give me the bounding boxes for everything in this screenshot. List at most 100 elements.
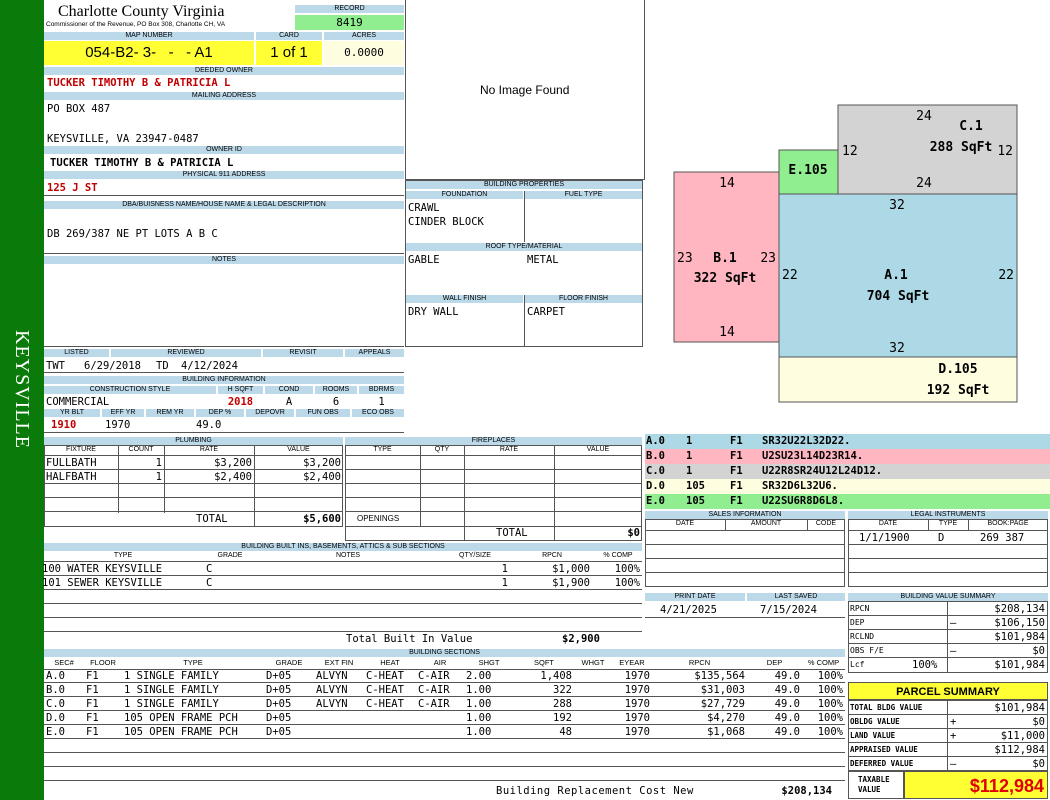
- section-row-cell: 100%: [817, 726, 843, 738]
- section-row-cell: 100%: [817, 684, 843, 696]
- sketch-a-label: A.1: [884, 268, 908, 283]
- lcf-value: $101,984: [994, 659, 1045, 671]
- plumbing-row-rate: $2,400: [214, 471, 252, 483]
- section-row-cell: D.0: [46, 712, 65, 724]
- sketch-b-right: 23: [760, 251, 776, 266]
- legend-n: 1: [686, 435, 693, 447]
- funobs-label: FUN OBS: [296, 409, 350, 417]
- building-sections-label: BUILDING SECTIONS: [44, 649, 845, 657]
- section-row-cell: 1.00: [466, 726, 492, 738]
- rooms-label: ROOMS: [315, 386, 357, 394]
- plumbing-row-count: 1: [155, 471, 162, 483]
- legend-code: A.0: [646, 435, 665, 447]
- obs-label: OBS F/E: [850, 646, 884, 655]
- yrblt-label: YR BLT: [44, 409, 100, 417]
- sections-header-cell: SEC#: [54, 658, 74, 667]
- lcf-pct: 100%: [912, 659, 938, 671]
- condition: A: [285, 396, 293, 408]
- county-title: Charlotte County Virginia: [58, 3, 225, 20]
- section-row-cell: 1.00: [466, 712, 492, 724]
- appraised-value: $112,984: [994, 744, 1045, 756]
- legend-floor: F1: [730, 435, 743, 447]
- sketch-b-top: 14: [719, 176, 735, 191]
- land-value: $11,000: [1000, 730, 1045, 742]
- section-row-cell: C-HEAT: [366, 698, 404, 710]
- legend-n: 105: [686, 480, 705, 492]
- deeded-owner-label: DEEDED OWNER: [44, 67, 404, 75]
- section-row-cell: 288: [553, 698, 572, 710]
- mailing-line2: KEYSVILLE, VA 23947-0487: [47, 133, 199, 145]
- last-saved: 7/15/2024: [760, 604, 817, 616]
- rclnd-value: $101,984: [994, 631, 1045, 643]
- sections-header-cell: FLOOR: [90, 658, 116, 667]
- record-label: RECORD: [295, 5, 404, 13]
- fireplace-header-value: VALUE: [586, 446, 610, 453]
- section-row-cell: 49.0: [774, 670, 800, 682]
- sales-header-amount: AMOUNT: [750, 520, 782, 527]
- section-row-cell: 100%: [817, 698, 843, 710]
- total-bldg-label: TOTAL BLDG VALUE: [850, 703, 923, 712]
- section-row-cell: 1970: [624, 670, 650, 682]
- section-row-cell: 1970: [624, 684, 650, 696]
- section-row-cell: C-HEAT: [366, 684, 404, 696]
- legend-code: C.0: [646, 465, 665, 477]
- remyr-label: REM YR: [146, 409, 194, 417]
- plumbing-row-value: $3,200: [303, 457, 341, 469]
- legend-desc: U2SU23L14D23R14.: [762, 450, 864, 462]
- section-row-cell: D+05: [266, 684, 292, 696]
- physical-address: 125 J ST: [47, 182, 98, 194]
- sidebar: KEYSVILLE: [0, 0, 44, 800]
- legend-desc: SR32D6L32U6.: [762, 480, 838, 492]
- section-row-cell: 100%: [817, 712, 843, 724]
- legend-desc: U22SU6R8D6L8.: [762, 495, 845, 507]
- sketch-a-bottom: 32: [889, 341, 905, 356]
- listed-date: 6/29/2018: [84, 360, 141, 372]
- section-row-cell: F1: [86, 670, 99, 682]
- card-label: CARD: [256, 32, 322, 40]
- depovr-label: DEPOVR: [246, 409, 294, 417]
- builtin-row-comp: 100%: [614, 563, 640, 575]
- bedrooms: 1: [378, 396, 385, 408]
- section-row-cell: C-AIR: [418, 684, 450, 696]
- legal-date: 1/1/1900: [859, 532, 910, 544]
- sketch-a-right: 22: [998, 268, 1014, 283]
- section-row-cell: ALVYN: [316, 670, 348, 682]
- section-row-cell: F1: [86, 726, 99, 738]
- rpcn-value: $208,134: [994, 603, 1045, 615]
- sections-header-cell: EXT FIN: [324, 658, 354, 667]
- section-row-cell: 49.0: [774, 698, 800, 710]
- section-row-cell: 1 SINGLE FAMILY: [124, 670, 219, 682]
- sketch-c-right: 12: [997, 144, 1013, 159]
- depreciation-pct: 49.0: [196, 419, 222, 431]
- no-image-text: No Image Found: [480, 83, 570, 97]
- hsqft-label: H SQFT: [218, 386, 263, 394]
- plumbing-header-fixture: FIXTURE: [66, 446, 96, 453]
- land-label: LAND VALUE: [850, 731, 896, 740]
- legal-type: D: [938, 532, 945, 544]
- sketch-d-area: 192 SqFt: [927, 383, 990, 398]
- obs-value: $0: [1032, 645, 1045, 657]
- legend-floor: F1: [730, 465, 743, 477]
- section-row-cell: $1,068: [707, 726, 745, 738]
- legal-header-bookpage: BOOK:PAGE: [987, 520, 1029, 527]
- last-saved-label: LAST SAVED: [747, 593, 845, 601]
- builtin-row-rpcn: $1,000: [552, 563, 590, 575]
- parcel-summary-title: PARCEL SUMMARY: [848, 682, 1048, 700]
- sketch-b-bottom: 14: [719, 325, 735, 340]
- sketch-c-label: C.1: [959, 119, 983, 134]
- plumbing-header-rate: RATE: [199, 446, 219, 453]
- sales-label: SALES INFORMATION: [645, 511, 845, 519]
- section-row-cell: E.0: [46, 726, 65, 738]
- sketch-b-label: B.1: [713, 251, 737, 266]
- rclnd-label: RCLND: [850, 632, 875, 641]
- record-number: 8419: [295, 15, 404, 30]
- sketch-d-label: D.105: [938, 362, 977, 377]
- construction-style-label: CONSTRUCTION STYLE: [44, 386, 216, 394]
- section-row-cell: D+05: [266, 670, 292, 682]
- section-row-cell: F1: [86, 684, 99, 696]
- legal-description: DB 269/387 NE PT LOTS A B C: [47, 228, 218, 240]
- physical-address-label: PHYSICAL 911 ADDRESS: [44, 171, 404, 179]
- section-row-cell: 105 OPEN FRAME PCH: [124, 712, 238, 724]
- builtin-row-type: 100 WATER KEYSVILLE: [42, 563, 163, 575]
- sales-header-date: DATE: [675, 520, 695, 527]
